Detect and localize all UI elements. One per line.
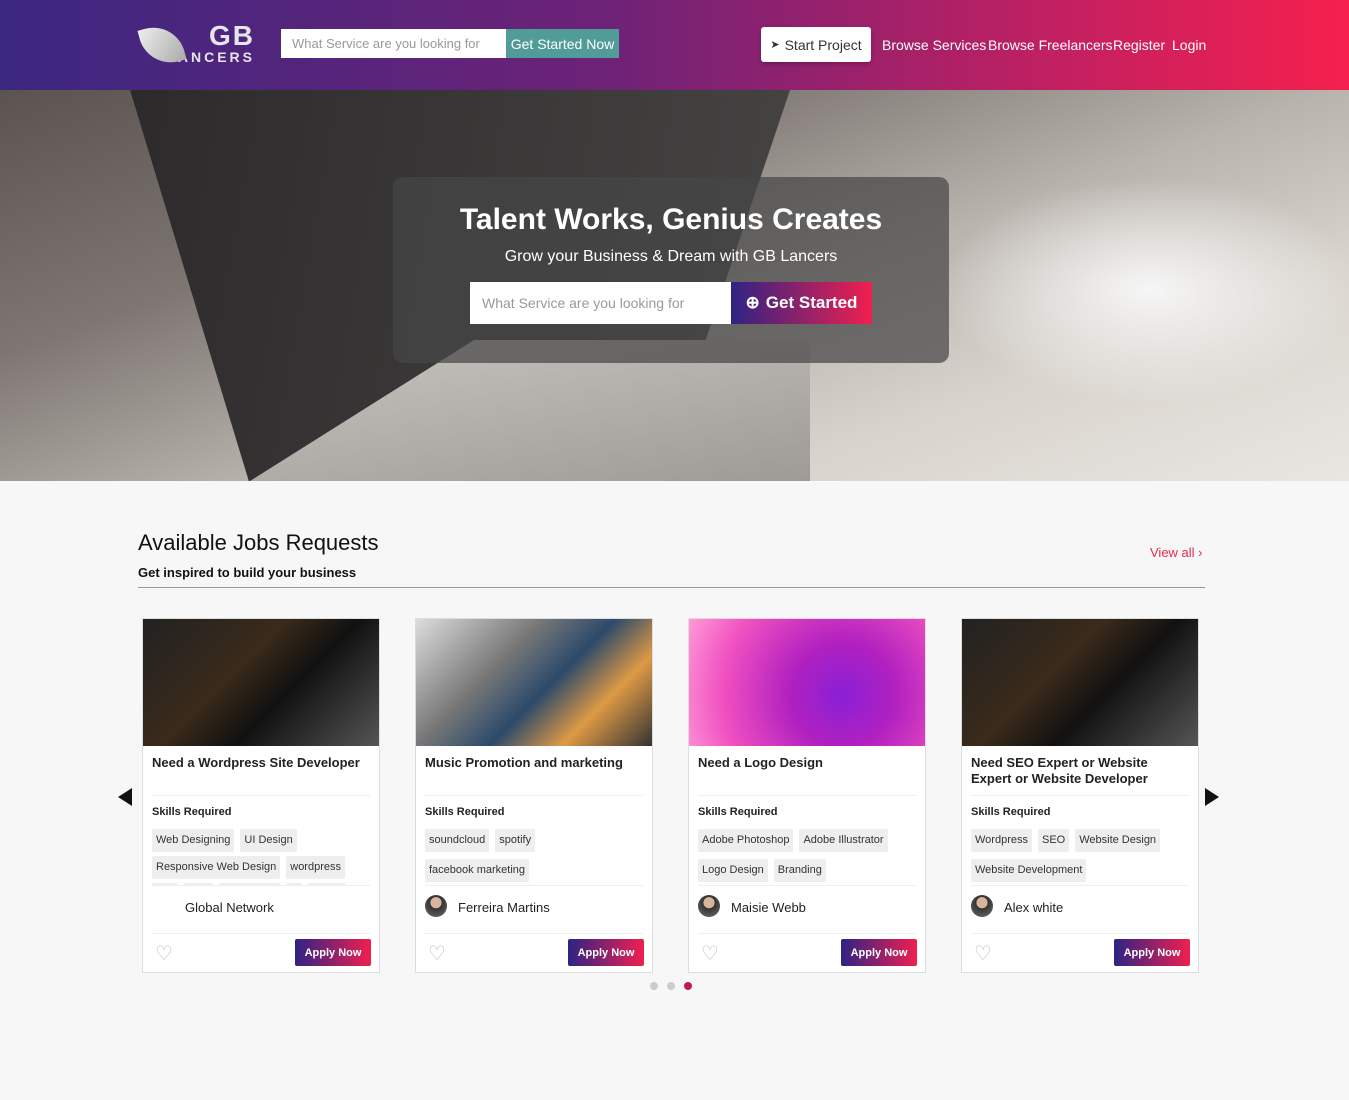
bird-logo-icon bbox=[140, 17, 166, 73]
skill-tag[interactable]: UI Design bbox=[240, 829, 297, 852]
hero-subtitle: Grow your Business & Dream with GB Lance… bbox=[504, 248, 838, 265]
skill-tag[interactable]: spotify bbox=[495, 829, 536, 852]
skill-tag[interactable]: Website Design bbox=[1075, 829, 1161, 852]
job-title[interactable]: Need a Wordpress Site Developer bbox=[152, 755, 370, 771]
client-name: Global Network bbox=[185, 900, 274, 915]
header-search-input[interactable] bbox=[281, 29, 507, 58]
skill-tag[interactable]: Logo Design bbox=[698, 859, 768, 882]
job-image[interactable] bbox=[143, 619, 379, 746]
divider bbox=[425, 795, 643, 796]
divider bbox=[971, 933, 1189, 934]
divider bbox=[425, 885, 643, 886]
heart-icon[interactable]: ♡ bbox=[155, 941, 173, 966]
job-card[interactable]: Need a Logo Design Skills Required Adobe… bbox=[688, 618, 926, 973]
job-card[interactable]: Need a Wordpress Site Developer Skills R… bbox=[142, 618, 380, 973]
skill-tag[interactable]: Adobe Photoshop bbox=[698, 829, 794, 852]
heart-icon[interactable]: ♡ bbox=[701, 941, 719, 966]
job-image[interactable] bbox=[689, 619, 925, 746]
header: GBLANCERS Get Started Now ➤ Start Project… bbox=[0, 0, 1349, 90]
skill-tags: Wordpress SEO Website Design Website Develo… bbox=[971, 829, 1189, 885]
skill-tag[interactable]: facebook marketing bbox=[425, 859, 529, 882]
divider bbox=[698, 885, 916, 886]
skill-tag[interactable]: soundcloud bbox=[425, 829, 490, 852]
hero-button-label: Get Started bbox=[765, 293, 858, 312]
carousel-dot-2[interactable] bbox=[667, 982, 675, 990]
skill-tag[interactable]: Adobe Illustrator bbox=[799, 829, 888, 852]
skills-label: Skills Required bbox=[152, 806, 232, 818]
skills-label: Skills Required bbox=[971, 806, 1051, 818]
divider bbox=[152, 885, 370, 886]
nav-login[interactable]: Login bbox=[1172, 37, 1206, 53]
hero-search-input[interactable] bbox=[470, 282, 731, 324]
apply-now-button[interactable]: Apply Now bbox=[568, 939, 644, 966]
client-name: Maisie Webb bbox=[731, 900, 806, 915]
hero-box: Talent Works, Genius Creates Grow your B… bbox=[393, 177, 949, 363]
client-name: Alex white bbox=[1004, 900, 1064, 915]
job-title[interactable]: Music Promotion and marketing bbox=[425, 755, 643, 771]
section-subtitle: Get inspired to build your business bbox=[138, 565, 357, 580]
avatar bbox=[698, 895, 720, 917]
skills-label: Skills Required bbox=[698, 806, 778, 818]
arrow-circle-icon: ⊕ bbox=[745, 293, 760, 312]
divider bbox=[971, 795, 1189, 796]
job-image[interactable] bbox=[416, 619, 652, 746]
view-all-link[interactable]: View all › bbox=[1150, 545, 1203, 560]
apply-now-button[interactable]: Apply Now bbox=[841, 939, 917, 966]
avatar bbox=[971, 895, 993, 917]
heart-icon[interactable]: ♡ bbox=[428, 941, 446, 966]
nav-browse-freelancers[interactable]: Browse Freelancers bbox=[988, 37, 1113, 53]
divider bbox=[698, 795, 916, 796]
skill-tag[interactable]: Website Development bbox=[971, 859, 1087, 882]
divider bbox=[698, 933, 916, 934]
paper-plane-icon: ➤ bbox=[770, 39, 780, 51]
carousel-dot-3-active[interactable] bbox=[684, 982, 692, 990]
skill-tags: Web Designing UI Design Responsive Web Des… bbox=[152, 829, 370, 885]
divider bbox=[425, 933, 643, 934]
job-title[interactable]: Need SEO Expert or Website Expert or Web… bbox=[971, 755, 1189, 787]
avatar bbox=[425, 895, 447, 917]
heart-icon[interactable]: ♡ bbox=[974, 941, 992, 966]
divider bbox=[152, 933, 370, 934]
apply-now-button[interactable]: Apply Now bbox=[295, 939, 371, 966]
nav-browse-services[interactable]: Browse Services bbox=[882, 37, 986, 53]
hero-get-started-button[interactable]: ⊕ Get Started bbox=[731, 282, 872, 324]
start-project-button[interactable]: ➤ Start Project bbox=[761, 27, 871, 62]
logo[interactable]: GB LANCERS bbox=[140, 16, 255, 74]
skill-tag[interactable]: SEO bbox=[1037, 829, 1070, 852]
skill-tag[interactable]: Web Designing bbox=[152, 829, 235, 852]
skill-tag[interactable]: Wordpress bbox=[971, 829, 1032, 852]
job-card[interactable]: Music Promotion and marketing Skills Req… bbox=[415, 618, 653, 973]
get-started-now-button[interactable]: Get Started Now bbox=[506, 29, 619, 58]
divider bbox=[971, 885, 1189, 886]
job-card[interactable]: Need SEO Expert or Website Expert or Web… bbox=[961, 618, 1199, 973]
nav-register[interactable]: Register bbox=[1113, 37, 1165, 53]
hero-banner: Talent Works, Genius Creates Grow your B… bbox=[0, 90, 1349, 481]
start-project-label: Start Project bbox=[784, 36, 862, 53]
section-title: Available Jobs Requests bbox=[138, 530, 379, 555]
carousel-prev-arrow-icon[interactable] bbox=[118, 788, 132, 806]
skill-tag[interactable]: wordpress bbox=[286, 856, 345, 879]
skill-tags: Adobe Photoshop Adobe Illustrator Logo Des… bbox=[698, 829, 916, 885]
divider bbox=[138, 587, 1205, 588]
skill-tags: soundcloud spotify facebook marketing bbox=[425, 829, 643, 885]
carousel-dot-1[interactable] bbox=[650, 982, 658, 990]
skill-tag[interactable]: Branding bbox=[773, 859, 826, 882]
skills-label: Skills Required bbox=[425, 806, 505, 818]
job-title[interactable]: Need a Logo Design bbox=[698, 755, 916, 771]
carousel-next-arrow-icon[interactable] bbox=[1205, 788, 1219, 806]
skill-tag[interactable]: Responsive Web Design bbox=[152, 856, 281, 879]
client-name: Ferreira Martins bbox=[458, 900, 550, 915]
apply-now-button[interactable]: Apply Now bbox=[1114, 939, 1190, 966]
hero-title: Talent Works, Genius Creates bbox=[459, 203, 883, 236]
divider bbox=[152, 795, 370, 796]
job-image[interactable] bbox=[962, 619, 1198, 746]
